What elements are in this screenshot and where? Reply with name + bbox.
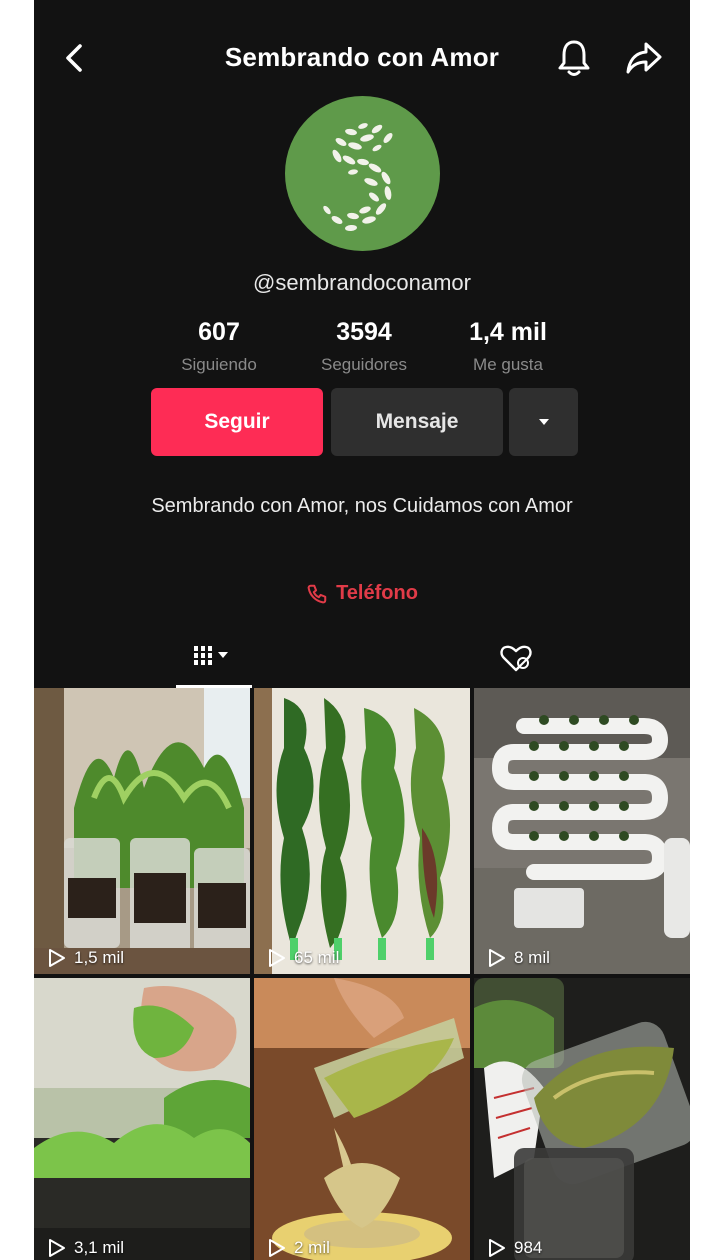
profile-screen: Sembrando con Amor @sembrandoconamor 607… [34,0,690,1260]
hydroponic-pipes-image [474,688,690,974]
likes-label: Me gusta [473,355,543,374]
view-count-text: 65 mil [294,948,340,967]
view-count: 8 mil [488,948,550,968]
video-thumbnail[interactable]: 8 mil [474,688,690,974]
video-grid: 1,5 mil 65 mil 8 mil 3,1 mil 2 mil 984 [34,688,690,1260]
vertical-garden-image [254,688,470,974]
phone-label: Teléfono [336,582,418,604]
hidden-heart-icon [500,645,532,672]
message-button[interactable]: Mensaje [331,388,503,456]
top-bar: Sembrando con Amor [34,28,690,88]
view-count: 984 [488,1238,542,1258]
phone-link[interactable]: Teléfono [34,582,690,605]
likes-count: 1,4 mil [469,318,547,346]
view-count: 65 mil [268,948,339,968]
phone-icon [307,584,327,603]
username: @sembrandoconamor [253,270,471,295]
seedlings-in-bottles-image [34,688,250,974]
bio-text: Sembrando con Amor, nos Cuidamos con Amo… [151,495,573,517]
play-icon [269,1239,285,1257]
following-label: Siguiendo [181,355,257,374]
play-icon [269,949,285,967]
alfalfa-sprouts-image [254,978,470,1260]
play-icon [49,949,65,967]
notifications-button[interactable] [554,36,594,80]
video-thumbnail[interactable]: 1,5 mil [34,688,250,974]
video-thumbnail[interactable]: 3,1 mil [34,978,250,1260]
tab-liked-videos[interactable] [494,638,538,678]
follow-button[interactable]: Seguir [151,388,323,456]
share-arrow-icon [626,42,662,74]
sprouting-jar-image [474,978,690,1260]
grid-icon [194,646,228,665]
profile-tabs [34,630,690,688]
play-icon [489,949,505,967]
stat-followers[interactable]: 3594 Seguidores [302,318,426,375]
following-count: 607 [198,318,240,346]
view-count-text: 3,1 mil [74,1238,125,1257]
bell-icon [558,40,590,76]
view-count-text: 2 mil [294,1238,330,1257]
followers-count: 3594 [336,318,392,346]
play-icon [489,1239,505,1257]
video-thumbnail[interactable]: 984 [474,978,690,1260]
more-options-button[interactable] [509,388,578,456]
caret-down-icon [538,419,549,425]
share-button[interactable] [622,38,666,78]
avatar[interactable] [285,96,440,251]
view-count-text: 984 [514,1238,543,1257]
view-count: 1,5 mil [48,948,124,968]
followers-label: Seguidores [320,355,407,374]
stat-following[interactable]: 607 Siguiendo [164,318,274,375]
view-count: 2 mil [268,1238,330,1258]
view-count-text: 8 mil [514,948,550,967]
seed-logo-icon [323,123,393,232]
view-count: 3,1 mil [48,1238,124,1258]
video-thumbnail[interactable]: 65 mil [254,688,470,974]
play-icon [49,1239,65,1257]
video-thumbnail[interactable]: 2 mil [254,978,470,1260]
stat-likes[interactable]: 1,4 mil Me gusta [452,318,564,375]
microgreens-tray-image [34,978,250,1260]
tab-videos[interactable] [176,638,252,688]
view-count-text: 1,5 mil [74,948,125,967]
